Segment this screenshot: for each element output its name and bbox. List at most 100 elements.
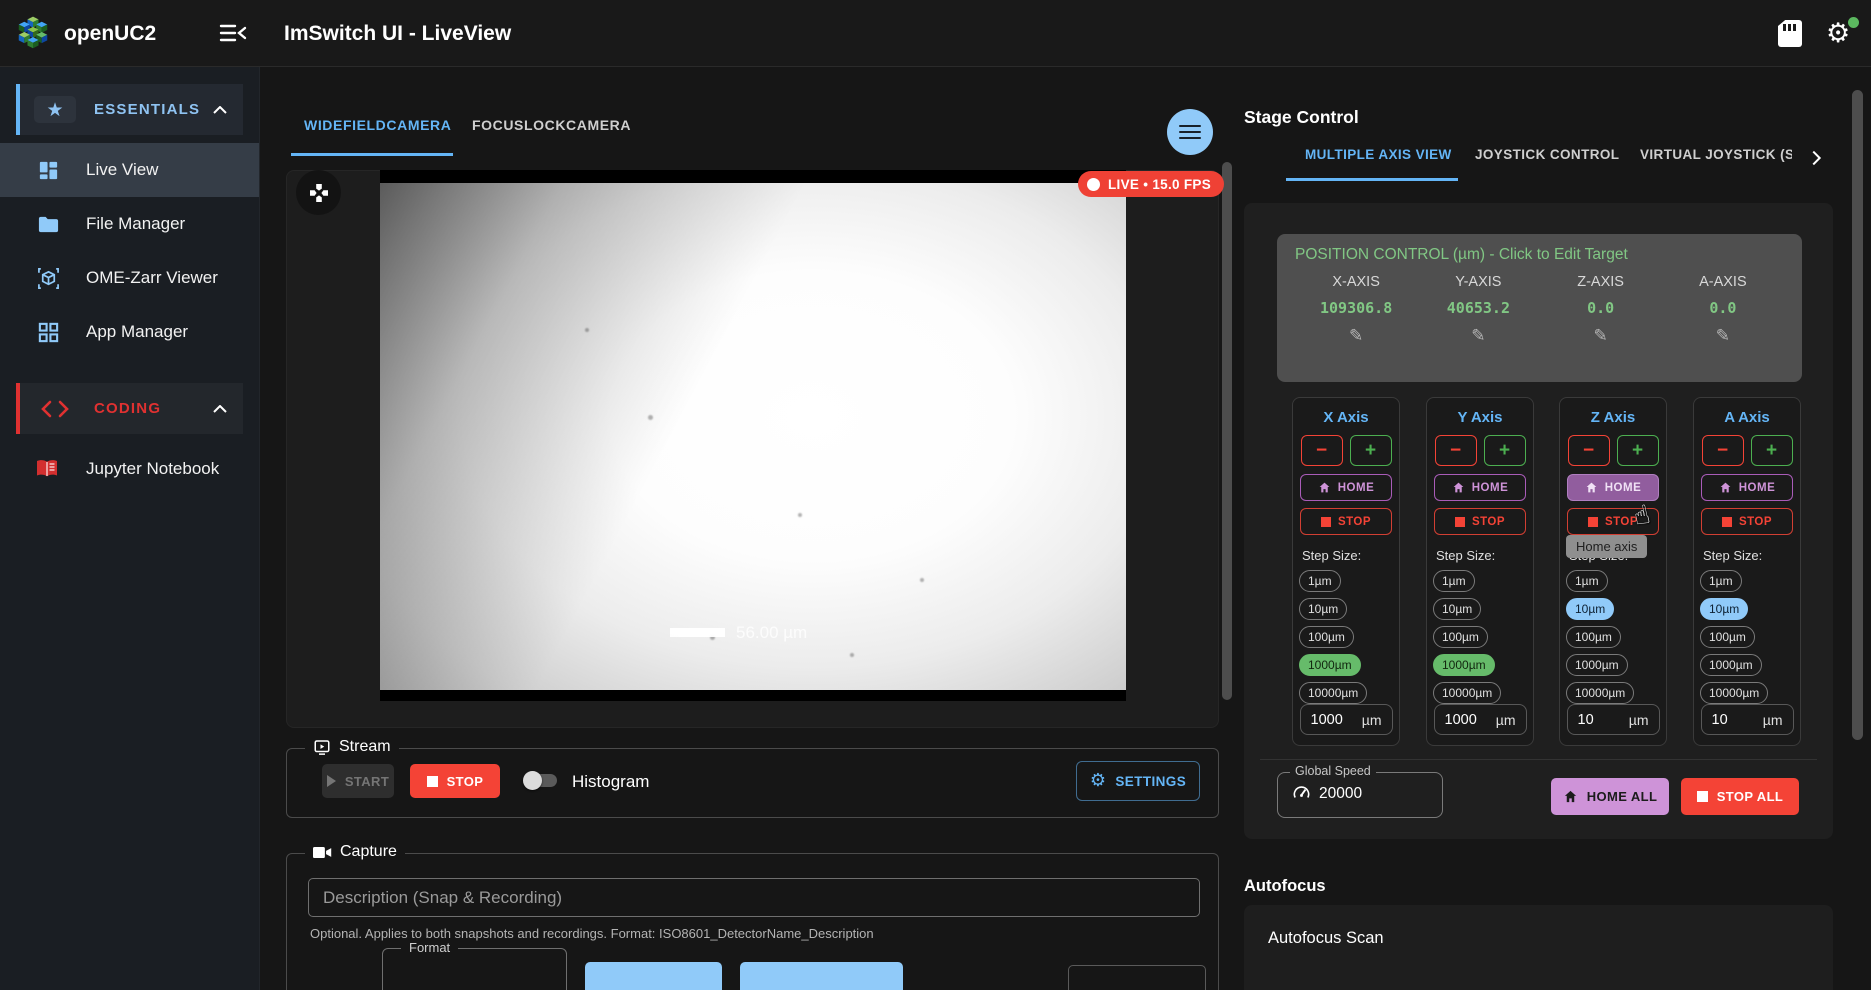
chip-10000um[interactable]: 10000µm	[1566, 682, 1634, 704]
scale-bar	[670, 628, 725, 637]
home-all-button[interactable]: HOME ALL	[1551, 778, 1669, 815]
sidebar-item-live-view[interactable]: Live View	[0, 143, 259, 197]
chip-1um[interactable]: 1µm	[1700, 570, 1742, 592]
y-stop-button[interactable]: STOP	[1434, 508, 1526, 535]
tab-widefieldcamera[interactable]: WIDEFIELDCAMERA	[304, 117, 451, 133]
tab-multiple-axis-view[interactable]: MULTIPLE AXIS VIEW	[1305, 147, 1452, 162]
edit-target-z-icon[interactable]: ✎	[1594, 326, 1608, 346]
pos-col-label: A-AXIS	[1662, 274, 1784, 290]
sidebar-item-ome-zarr-viewer[interactable]: OME-Zarr Viewer	[0, 251, 259, 305]
chip-10000um[interactable]: 10000µm	[1433, 682, 1501, 704]
chip-100um[interactable]: 100µm	[1299, 626, 1354, 648]
live-camera-image[interactable]: 56.00 µm	[380, 170, 1126, 701]
position-control-title: POSITION CONTROL (µm) - Click to Edit Ta…	[1295, 246, 1784, 264]
sidebar-item-app-manager[interactable]: App Manager	[0, 305, 259, 359]
a-plus-button[interactable]: +	[1751, 435, 1793, 466]
chip-10um[interactable]: 10µm	[1433, 598, 1481, 620]
top-bar: openUC2 ImSwitch UI - LiveView ⚙	[0, 0, 1871, 67]
a-minus-button[interactable]: −	[1702, 435, 1744, 466]
format-select[interactable]: Format	[382, 948, 567, 990]
description-input[interactable]	[308, 878, 1200, 917]
viewer-menu-button[interactable]	[1167, 109, 1213, 155]
z-minus-button[interactable]: −	[1568, 435, 1610, 466]
capture-action-button-2[interactable]	[740, 962, 903, 990]
pos-col-label: Y-AXIS	[1417, 274, 1539, 290]
capture-secondary-button[interactable]	[1068, 965, 1206, 990]
z-plus-button[interactable]: +	[1617, 435, 1659, 466]
sidebar-section-essentials[interactable]: ★ ESSENTIALS	[16, 84, 243, 135]
chip-100um[interactable]: 100µm	[1433, 626, 1488, 648]
global-speed-field[interactable]: Global Speed 20000	[1277, 772, 1443, 818]
x-plus-button[interactable]: +	[1350, 435, 1392, 466]
y-minus-button[interactable]: −	[1435, 435, 1477, 466]
x-stop-button[interactable]: STOP	[1300, 508, 1392, 535]
axis-card-z: Z Axis − + HOME STOP Step Size: 1µm 10µm…	[1559, 397, 1667, 746]
tabs-scroll-right-icon[interactable]	[1805, 147, 1827, 169]
stream-icon	[313, 738, 331, 756]
chip-1000um[interactable]: 1000µm	[1700, 654, 1762, 676]
chip-1um[interactable]: 1µm	[1433, 570, 1475, 592]
live-status-badge: LIVE • 15.0 FPS	[1078, 171, 1224, 197]
home-axis-tooltip: Home axis	[1566, 535, 1647, 558]
x-minus-button[interactable]: −	[1301, 435, 1343, 466]
x-step-input[interactable]	[1311, 712, 1355, 728]
chip-100um[interactable]: 100µm	[1700, 626, 1755, 648]
stop-button[interactable]: STOP	[410, 764, 500, 798]
chip-1000um[interactable]: 1000µm	[1566, 654, 1628, 676]
a-step-input-box: µm	[1701, 704, 1794, 735]
chip-10um[interactable]: 10µm	[1566, 598, 1614, 620]
autofocus-scan-card[interactable]: Autofocus Scan	[1244, 905, 1833, 990]
tab-joystick-control[interactable]: JOYSTICK CONTROL	[1475, 147, 1619, 162]
edit-target-y-icon[interactable]: ✎	[1471, 326, 1485, 346]
chip-1000um[interactable]: 1000µm	[1299, 654, 1361, 676]
chip-1um[interactable]: 1µm	[1299, 570, 1341, 592]
x-home-button[interactable]: HOME	[1300, 474, 1392, 501]
z-home-button[interactable]: HOME	[1567, 474, 1659, 501]
chip-10000um[interactable]: 10000µm	[1299, 682, 1367, 704]
pos-value-x: 109306.8	[1295, 299, 1417, 317]
histogram-toggle[interactable]	[523, 771, 560, 790]
chip-10um[interactable]: 10µm	[1299, 598, 1347, 620]
sidebar-section-coding[interactable]: CODING	[16, 383, 243, 434]
capture-action-button-1[interactable]	[585, 962, 722, 990]
grid-icon	[36, 320, 60, 344]
stop-all-button[interactable]: STOP ALL	[1681, 778, 1799, 815]
axis-title: Z Axis	[1591, 409, 1635, 426]
edit-target-x-icon[interactable]: ✎	[1349, 326, 1363, 346]
stop-square-icon	[1455, 517, 1465, 527]
openuc2-logo-icon	[14, 15, 52, 53]
settings-gear-icon[interactable]: ⚙	[1826, 19, 1856, 49]
panel-scrollbar[interactable]	[1852, 90, 1863, 740]
start-button[interactable]: START	[322, 764, 394, 798]
a-stop-button[interactable]: STOP	[1701, 508, 1793, 535]
step-size-chips: 1µm 10µm 100µm 1000µm 10000µm	[1566, 570, 1660, 704]
z-step-input[interactable]	[1578, 712, 1622, 728]
main-scrollbar[interactable]	[1222, 162, 1232, 700]
home-icon	[1563, 789, 1578, 804]
a-home-button[interactable]: HOME	[1701, 474, 1793, 501]
y-home-button[interactable]: HOME	[1434, 474, 1526, 501]
sd-card-icon[interactable]	[1778, 20, 1802, 47]
sidebar-collapse-icon[interactable]	[218, 20, 248, 46]
stream-settings-button[interactable]: ⚙ SETTINGS	[1076, 761, 1200, 801]
y-plus-button[interactable]: +	[1484, 435, 1526, 466]
a-step-input[interactable]	[1712, 712, 1756, 728]
chip-10000um[interactable]: 10000µm	[1700, 682, 1768, 704]
tab-focuslockcamera[interactable]: FOCUSLOCKCAMERA	[472, 117, 631, 133]
brand-name: openUC2	[64, 22, 156, 46]
format-label: Format	[401, 940, 458, 955]
step-size-label: Step Size:	[1302, 548, 1361, 563]
chip-100um[interactable]: 100µm	[1566, 626, 1621, 648]
chip-1um[interactable]: 1µm	[1566, 570, 1608, 592]
edit-target-a-icon[interactable]: ✎	[1716, 326, 1730, 346]
chip-10um[interactable]: 10µm	[1700, 598, 1748, 620]
unit-label: µm	[1496, 712, 1516, 728]
chip-1000um[interactable]: 1000µm	[1433, 654, 1495, 676]
sidebar-item-file-manager[interactable]: File Manager	[0, 197, 259, 251]
position-control-panel[interactable]: POSITION CONTROL (µm) - Click to Edit Ta…	[1277, 234, 1802, 382]
tab-virtual-joystick[interactable]: VIRTUAL JOYSTICK (SPI	[1640, 147, 1792, 162]
pan-move-button[interactable]	[296, 170, 341, 215]
sidebar-item-jupyter-notebook[interactable]: Jupyter Notebook	[0, 442, 259, 496]
y-step-input[interactable]	[1445, 712, 1489, 728]
axis-card-y: Y Axis − + HOME STOP Step Size: 1µm 10µm…	[1426, 397, 1534, 746]
